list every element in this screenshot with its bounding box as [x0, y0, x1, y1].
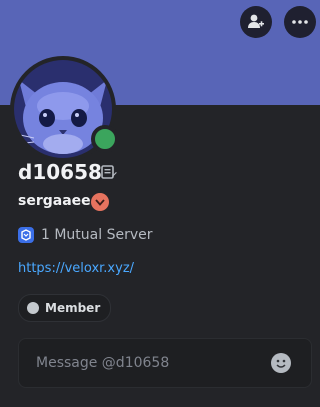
- message-input[interactable]: [19, 339, 276, 387]
- profile-badge-icon: [95, 198, 105, 206]
- role-member[interactable]: Member: [18, 294, 112, 322]
- emoji-icon: [272, 354, 290, 372]
- add-friend-icon: [248, 14, 264, 28]
- server-icon: [18, 227, 34, 243]
- emoji-button[interactable]: [271, 353, 291, 373]
- note-icon[interactable]: [101, 165, 117, 184]
- more-options-button[interactable]: [284, 6, 316, 38]
- avatar-frame[interactable]: [10, 56, 119, 162]
- role-label: Member: [45, 301, 101, 315]
- profile-link[interactable]: https://veloxr.xyz/: [18, 261, 134, 276]
- more-options-icon: [292, 20, 308, 24]
- mutual-servers-label: 1 Mutual Server: [41, 227, 153, 243]
- add-friend-button[interactable]: [240, 6, 272, 38]
- role-color-dot: [27, 302, 39, 314]
- online-status-indicator: [91, 125, 119, 153]
- message-box: [18, 338, 312, 388]
- display-name: d10658: [18, 160, 102, 184]
- user-profile-popout: d10658 sergaaee 1 Mutual Server https://…: [0, 0, 320, 407]
- username: sergaaee: [18, 193, 91, 209]
- mutual-servers[interactable]: 1 Mutual Server: [18, 227, 153, 243]
- profile-badge[interactable]: [91, 193, 109, 211]
